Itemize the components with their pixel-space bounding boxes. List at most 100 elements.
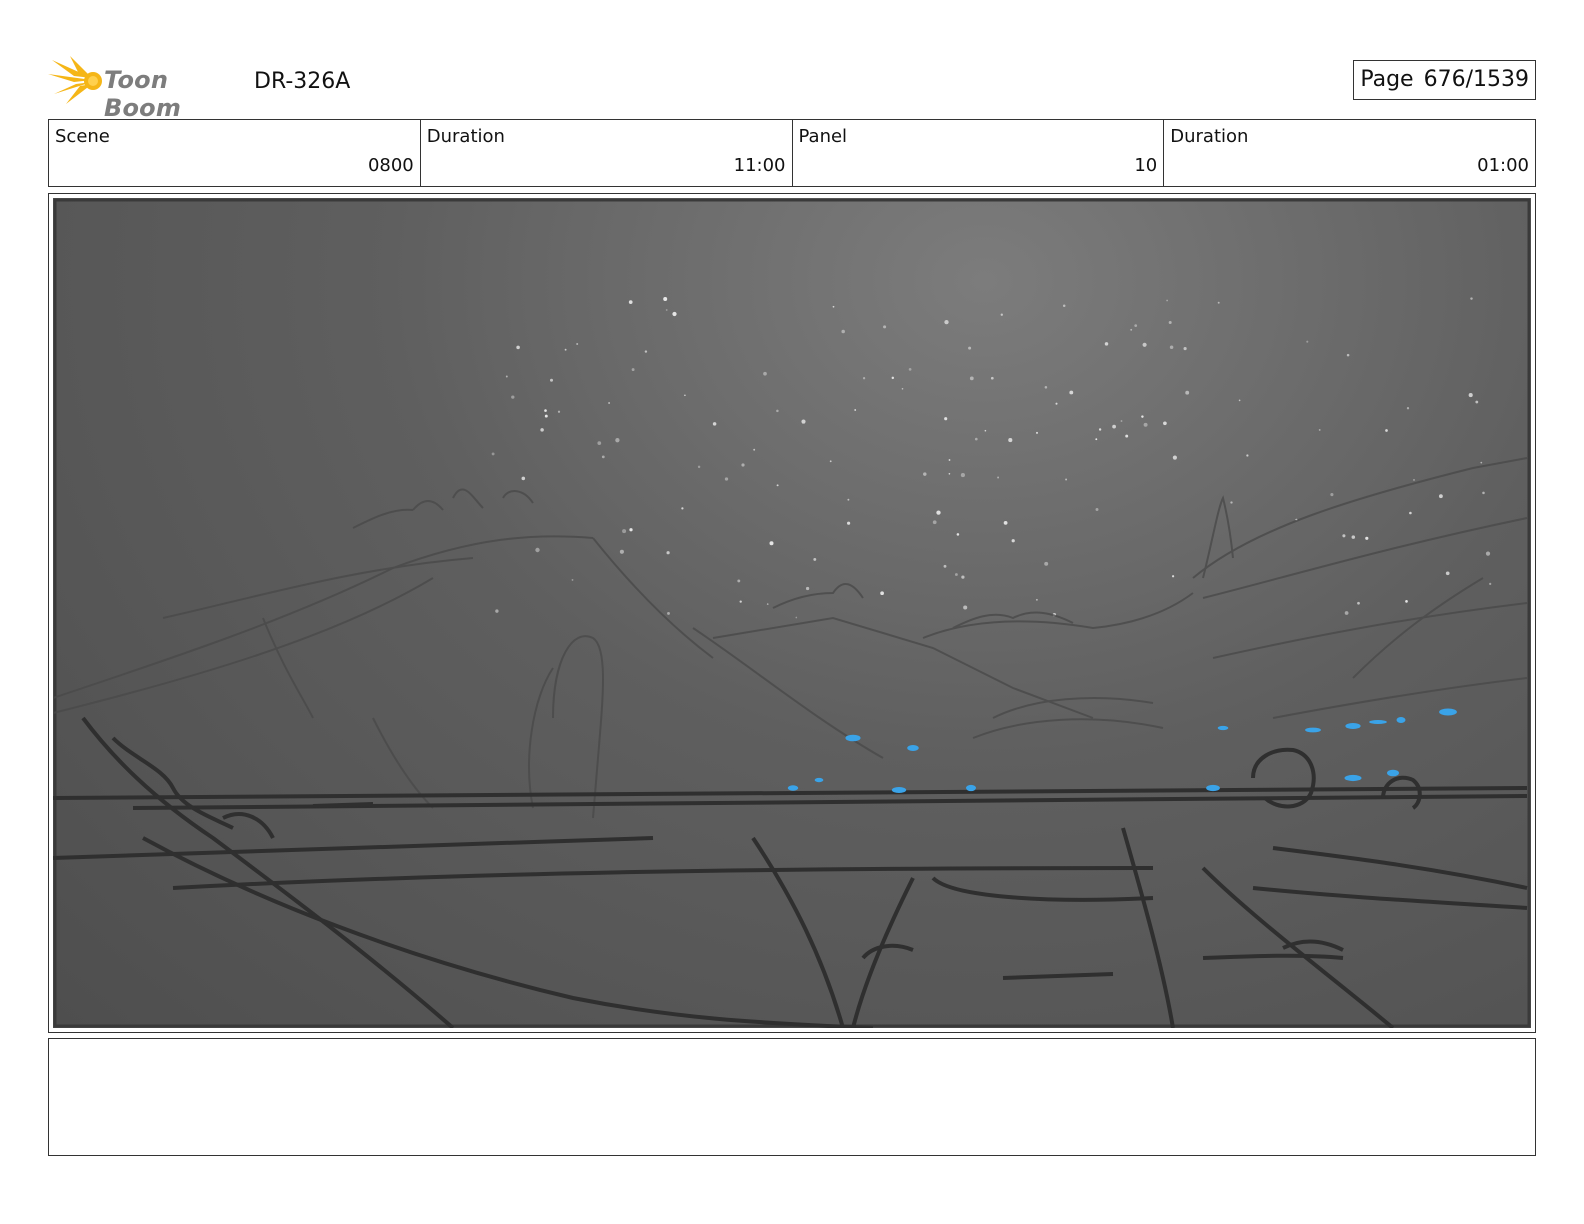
star xyxy=(540,428,544,432)
star xyxy=(1385,429,1388,432)
star xyxy=(516,345,520,350)
star xyxy=(505,375,508,378)
panel-info-row: Scene 0800 Duration 11:00 Panel 10 Durat… xyxy=(48,119,1536,187)
star xyxy=(1346,353,1350,357)
star xyxy=(936,510,941,515)
star xyxy=(1172,455,1177,460)
star xyxy=(795,616,798,619)
star xyxy=(535,547,540,553)
star xyxy=(1169,345,1174,350)
star xyxy=(608,402,611,404)
star xyxy=(854,409,857,411)
star xyxy=(1246,454,1249,457)
night-valley-sketch xyxy=(53,198,1531,1028)
star xyxy=(1134,324,1138,327)
star xyxy=(544,414,548,418)
star xyxy=(521,476,526,481)
star xyxy=(724,477,729,481)
star xyxy=(923,472,927,476)
star xyxy=(1445,571,1450,576)
star xyxy=(1238,399,1241,402)
star xyxy=(1183,347,1187,351)
star xyxy=(667,611,670,615)
star xyxy=(1330,493,1334,497)
star xyxy=(1409,511,1412,515)
star xyxy=(769,541,774,546)
star xyxy=(511,395,515,399)
star xyxy=(739,600,742,603)
star xyxy=(801,419,806,424)
star xyxy=(1095,438,1098,441)
star xyxy=(1000,313,1003,316)
glow-spot xyxy=(907,745,919,751)
scene-value: 0800 xyxy=(367,155,414,176)
glow-spot xyxy=(966,784,976,792)
star xyxy=(1357,601,1360,605)
star xyxy=(1011,539,1015,543)
star xyxy=(1405,600,1408,603)
glow-spot xyxy=(1344,774,1362,782)
star xyxy=(901,388,904,390)
star xyxy=(891,376,895,380)
star xyxy=(491,452,495,456)
panel-drawing xyxy=(53,198,1531,1028)
star xyxy=(961,575,965,579)
star xyxy=(1230,501,1233,504)
scene-cell: Scene 0800 xyxy=(49,120,421,186)
glow-spot xyxy=(1387,769,1399,777)
scene-duration-label: Duration xyxy=(426,126,505,147)
star xyxy=(943,564,947,568)
star xyxy=(847,498,850,501)
star xyxy=(665,309,668,311)
star xyxy=(1342,534,1346,538)
star xyxy=(984,429,987,432)
star xyxy=(963,605,968,610)
star xyxy=(944,417,948,421)
star xyxy=(544,409,547,412)
star xyxy=(1306,340,1309,343)
star xyxy=(776,484,779,487)
star xyxy=(883,325,887,329)
star xyxy=(880,591,884,596)
glow-spot xyxy=(1369,719,1387,725)
star xyxy=(1365,536,1369,540)
glow-spot xyxy=(814,777,824,783)
star xyxy=(1468,393,1473,398)
star xyxy=(712,422,717,426)
star xyxy=(832,305,835,308)
star xyxy=(1480,461,1483,464)
star xyxy=(1141,415,1144,418)
star xyxy=(1171,575,1175,578)
star xyxy=(629,528,633,532)
star xyxy=(948,472,951,475)
star xyxy=(1065,478,1068,481)
star xyxy=(663,297,668,301)
star xyxy=(841,329,845,334)
star xyxy=(622,529,627,534)
panel-notes-box xyxy=(48,1038,1536,1156)
glow-spot xyxy=(891,787,907,793)
panel-label: Panel xyxy=(798,126,848,147)
star xyxy=(1036,431,1038,434)
star xyxy=(974,437,978,441)
page-indicator: Page 676/1539 xyxy=(1353,60,1536,100)
star xyxy=(1125,434,1129,438)
star xyxy=(944,319,949,325)
star xyxy=(1166,299,1168,302)
logo-text: Toon Boom xyxy=(104,66,182,122)
star xyxy=(741,463,745,467)
star xyxy=(1168,321,1172,324)
star xyxy=(681,507,684,510)
scene-duration-value: 11:00 xyxy=(733,155,786,176)
star xyxy=(1104,342,1109,346)
star xyxy=(550,378,553,382)
star xyxy=(1318,428,1321,431)
star xyxy=(1163,421,1167,426)
panel-duration-cell: Duration 01:00 xyxy=(1164,120,1535,186)
star xyxy=(564,348,567,351)
star xyxy=(969,376,974,381)
star xyxy=(697,465,701,469)
glow-spot xyxy=(1206,784,1220,792)
glow-spot xyxy=(787,785,799,791)
star xyxy=(1185,390,1190,395)
